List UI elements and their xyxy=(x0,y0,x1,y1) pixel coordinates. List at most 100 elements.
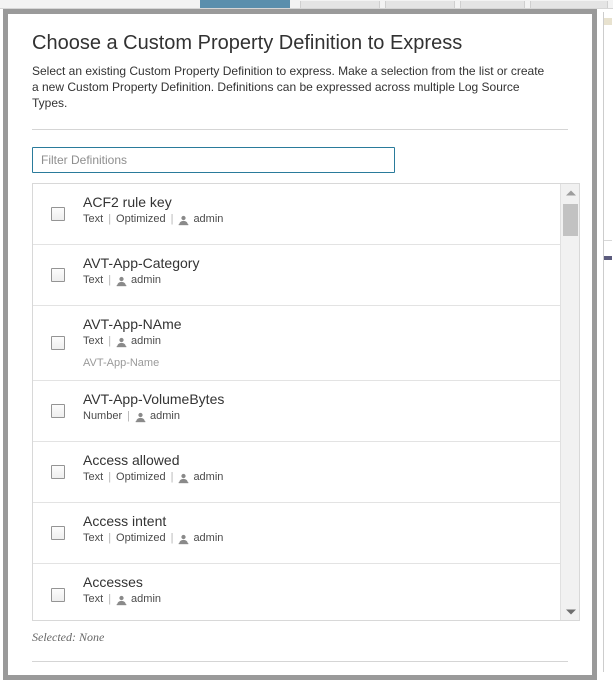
definition-item-owner: admin xyxy=(131,273,161,288)
checkbox-unchecked-icon[interactable] xyxy=(51,268,65,282)
definition-item-body: AVT-App-CategoryText|admin xyxy=(83,254,560,288)
definition-item-body: AVT-App-NAmeText|admin AVT-App-Name xyxy=(83,315,560,371)
definition-item-meta: Text | Optimized | admin xyxy=(83,470,552,485)
meta-separator: | xyxy=(171,531,174,546)
background-gutter-marker xyxy=(604,18,612,25)
definition-checkbox-cell[interactable] xyxy=(33,404,83,418)
meta-separator: | xyxy=(171,212,174,227)
selected-status-label: Selected: None xyxy=(32,630,568,645)
definition-item-type: Text xyxy=(83,212,103,227)
user-icon xyxy=(178,215,189,226)
background-tab-ghost xyxy=(530,1,608,8)
definition-checkbox-cell[interactable] xyxy=(33,336,83,350)
dialog-content: Choose a Custom Property Definition to E… xyxy=(8,14,592,675)
checkbox-unchecked-icon[interactable] xyxy=(51,526,65,540)
cancel-button[interactable]: Cancel xyxy=(484,679,580,680)
definition-item-name: AVT-App-NAme xyxy=(83,315,552,333)
meta-separator: | xyxy=(108,531,111,546)
checkbox-unchecked-icon[interactable] xyxy=(51,207,65,221)
meta-separator: | xyxy=(171,470,174,485)
definition-item-body: Access intentText|Optimized|admin xyxy=(83,512,560,546)
user-icon xyxy=(178,534,189,545)
definition-checkbox-cell[interactable] xyxy=(33,465,83,479)
meta-separator: | xyxy=(108,470,111,485)
user-icon xyxy=(116,276,127,287)
definition-checkbox-cell[interactable] xyxy=(33,526,83,540)
footer-right-actions: Select Cancel xyxy=(364,679,580,680)
meta-separator: | xyxy=(127,409,130,424)
scroll-up-arrow-icon[interactable] xyxy=(561,184,580,201)
definition-item-body: ACF2 rule keyText | Optimized | admin xyxy=(83,193,560,227)
definition-item-owner: admin xyxy=(150,409,180,424)
definition-item-type: Text xyxy=(83,273,103,288)
definition-item-meta: Text|Optimized|admin xyxy=(83,531,552,546)
definition-item-optimized: Optimized xyxy=(116,470,166,485)
definition-item-body: Access allowedText | Optimized | admin xyxy=(83,451,560,485)
dialog-title: Choose a Custom Property Definition to E… xyxy=(32,14,568,55)
create-new-button[interactable]: Create New xyxy=(32,679,136,680)
definition-item-name: Accesses xyxy=(83,573,552,591)
custom-property-definition-dialog: Choose a Custom Property Definition to E… xyxy=(3,9,597,680)
checkbox-unchecked-icon[interactable] xyxy=(51,465,65,479)
background-tab-ghost xyxy=(300,1,380,8)
background-tab-ghost xyxy=(385,1,455,8)
meta-separator: | xyxy=(108,212,111,227)
select-button[interactable]: Select xyxy=(364,679,472,680)
filter-definitions-input[interactable] xyxy=(32,147,395,173)
background-gutter-marker xyxy=(604,240,612,241)
definition-item-type: Text xyxy=(83,470,103,485)
definition-list-item[interactable]: AVT-App-NAmeText|admin AVT-App-Name xyxy=(33,306,560,381)
background-gutter-marker xyxy=(604,256,612,260)
definition-item-owner: admin xyxy=(131,334,161,349)
definition-list-scrollbar[interactable] xyxy=(560,184,579,620)
definition-item-subtitle: AVT-App-Name xyxy=(83,356,552,371)
definition-item-optimized: Optimized xyxy=(116,212,166,227)
scrollbar-thumb[interactable] xyxy=(563,204,578,236)
definition-item-meta: Text | admin xyxy=(83,273,552,288)
user-icon xyxy=(116,337,127,348)
checkbox-unchecked-icon[interactable] xyxy=(51,588,65,602)
dialog-description: Select an existing Custom Property Defin… xyxy=(32,63,552,111)
definition-item-type: Number xyxy=(83,409,122,424)
definition-item-owner: admin xyxy=(193,531,223,546)
definition-item-name: Access intent xyxy=(83,512,552,530)
definition-item-name: Access allowed xyxy=(83,451,552,469)
definition-item-owner: admin xyxy=(193,470,223,485)
user-icon xyxy=(135,412,146,423)
definition-checkbox-cell[interactable] xyxy=(33,207,83,221)
footer-divider xyxy=(32,661,568,662)
definition-item-body: AccessesText|admin xyxy=(83,573,560,607)
definition-item-meta: Text|admin xyxy=(83,334,552,349)
background-active-tab xyxy=(200,0,290,9)
meta-separator: | xyxy=(108,273,111,288)
definition-list[interactable]: ACF2 rule keyText|Optimized|adminAVT-App… xyxy=(33,184,560,620)
definition-checkbox-cell[interactable] xyxy=(33,588,83,602)
definition-item-name: AVT-App-VolumeBytes xyxy=(83,390,552,408)
background-tab-ghost xyxy=(460,1,525,8)
background-right-gutter xyxy=(603,12,613,672)
definition-list-item[interactable]: AccessesText|admin xyxy=(33,564,560,620)
meta-separator: | xyxy=(108,592,111,607)
checkbox-unchecked-icon[interactable] xyxy=(51,404,65,418)
scroll-down-arrow-icon[interactable] xyxy=(561,603,580,620)
definition-item-type: Text xyxy=(83,334,103,349)
definition-list-item[interactable]: AVT-App-CategoryText|admin xyxy=(33,245,560,306)
definition-list-item[interactable]: Access allowedText | Optimized | admin xyxy=(33,442,560,503)
user-icon xyxy=(178,473,189,484)
dialog-footer: Create New Select Cancel xyxy=(32,679,580,680)
scroll-down-arrow-glyph xyxy=(566,609,576,614)
definition-item-owner: admin xyxy=(131,592,161,607)
definition-item-owner: admin xyxy=(193,212,223,227)
checkbox-unchecked-icon[interactable] xyxy=(51,336,65,350)
definition-list-item[interactable]: ACF2 rule keyText | Optimized | admin xyxy=(33,184,560,245)
definition-item-name: ACF2 rule key xyxy=(83,193,552,211)
definition-item-meta: Text|admin xyxy=(83,592,552,607)
definition-item-type: Text xyxy=(83,531,103,546)
definition-checkbox-cell[interactable] xyxy=(33,268,83,282)
definition-list-item[interactable]: AVT-App-VolumeBytesNumber | admin xyxy=(33,381,560,442)
definition-item-body: AVT-App-VolumeBytesNumber | admin xyxy=(83,390,560,424)
definition-item-meta: Number | admin xyxy=(83,409,552,424)
definition-list-item[interactable]: Access intentText|Optimized|admin xyxy=(33,503,560,564)
header-divider xyxy=(32,129,568,130)
definition-item-meta: Text | Optimized | admin xyxy=(83,212,552,227)
